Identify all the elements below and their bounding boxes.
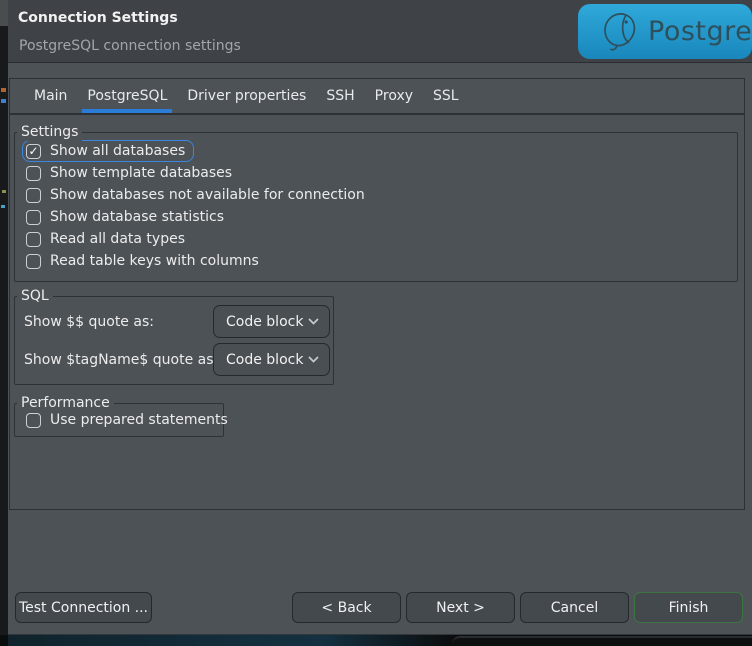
screen: Connection Settings PostgreSQL connectio…	[0, 0, 752, 646]
settings-group: Settings Show all databases Show templat…	[14, 132, 738, 282]
dialog-subtitle: PostgreSQL connection settings	[19, 38, 241, 54]
tab-label: Proxy	[375, 88, 413, 104]
sql-group: SQL Show $$ quote as: Code block	[14, 296, 334, 385]
checkbox-box	[26, 254, 41, 269]
tab-postgresql[interactable]: PostgreSQL	[77, 79, 177, 113]
dialog-title: Connection Settings	[18, 10, 178, 26]
background-speck	[2, 190, 6, 193]
tab-label: Driver properties	[187, 88, 306, 104]
background-scrollbar	[0, 0, 8, 26]
wizard-buttons: < Back Next > Cancel Finish	[292, 592, 743, 623]
settings-group-legend: Settings	[17, 123, 82, 141]
performance-group-legend: Performance	[17, 394, 114, 412]
background-window-sliver	[0, 0, 8, 646]
sql-quote-label: Show $$ quote as:	[24, 314, 213, 330]
banner-wordmark: PostgreSQL	[648, 16, 752, 47]
sql-row-list: Show $$ quote as: Code block Show $tagNa…	[24, 305, 333, 376]
tab-bar: Main PostgreSQL Driver properties SSH Pr…	[9, 78, 745, 114]
tab-main[interactable]: Main	[24, 79, 77, 113]
quote-style-dropdown[interactable]: Code block	[213, 305, 330, 338]
tab-label: PostgreSQL	[87, 88, 167, 104]
checkbox-show-databases-not-available-for-connection[interactable]: Show databases not available for connect…	[22, 184, 374, 206]
checkbox-label: Show all databases	[50, 143, 185, 159]
checkbox-read-all-data-types[interactable]: Read all data types	[22, 228, 194, 250]
dialog-header: Connection Settings PostgreSQL connectio…	[8, 0, 752, 63]
background-speck	[1, 99, 6, 103]
tab-ssl[interactable]: SSL	[423, 79, 469, 113]
performance-group: Performance Use prepared statements	[14, 403, 224, 437]
settings-checkbox-list: Show all databases Show template databas…	[22, 140, 731, 272]
tab-label: SSL	[433, 88, 459, 104]
tab-label: Main	[34, 88, 67, 104]
tab-proxy[interactable]: Proxy	[365, 79, 423, 113]
background-window-edge	[8, 635, 456, 646]
checkbox-label: Show databases not available for connect…	[50, 187, 365, 203]
checkbox-label: Show template databases	[50, 165, 232, 181]
performance-checkbox-list: Use prepared statements	[22, 409, 223, 431]
checkbox-label: Use prepared statements	[50, 412, 228, 428]
dialog-button-bar: Test Connection ... < Back Next > Cancel…	[8, 592, 752, 623]
checkbox-box	[26, 188, 41, 203]
dropdown-value: Code block	[226, 314, 303, 330]
test-connection-button[interactable]: Test Connection ...	[15, 592, 152, 623]
checkbox-show-all-databases[interactable]: Show all databases	[22, 140, 194, 162]
background-speck	[1, 88, 6, 92]
tab-ssh[interactable]: SSH	[316, 79, 364, 113]
chevron-down-icon	[308, 356, 319, 363]
checkbox-label: Read all data types	[50, 231, 185, 247]
checkbox-show-database-statistics[interactable]: Show database statistics	[22, 206, 233, 228]
checkbox-label: Read table keys with columns	[50, 253, 259, 269]
sql-quote-row: Show $$ quote as: Code block	[24, 305, 333, 338]
postgresql-banner: PostgreSQL	[578, 4, 752, 59]
checkbox-label: Show database statistics	[50, 209, 224, 225]
sql-group-legend: SQL	[17, 287, 53, 305]
checkbox-box	[26, 232, 41, 247]
checkbox-show-template-databases[interactable]: Show template databases	[22, 162, 241, 184]
background-window-corner	[452, 636, 752, 646]
checkbox-read-table-keys-with-columns[interactable]: Read table keys with columns	[22, 250, 268, 272]
checkbox-use-prepared-statements[interactable]: Use prepared statements	[22, 409, 237, 431]
back-button[interactable]: < Back	[292, 592, 401, 623]
checkbox-box	[26, 210, 41, 225]
tab-content-postgresql: Settings Show all databases Show templat…	[9, 114, 745, 510]
connection-settings-dialog: Connection Settings PostgreSQL connectio…	[8, 0, 752, 635]
checkbox-box	[26, 166, 41, 181]
sql-quote-label: Show $tagName$ quote as:	[24, 352, 213, 368]
cancel-button[interactable]: Cancel	[520, 592, 629, 623]
tab-label: SSH	[326, 88, 354, 104]
checkbox-box	[26, 144, 41, 159]
checkbox-box	[26, 413, 41, 428]
background-window-bottom	[0, 635, 752, 646]
next-button[interactable]: Next >	[406, 592, 515, 623]
dropdown-value: Code block	[226, 352, 303, 368]
tab-driver-properties[interactable]: Driver properties	[177, 79, 316, 113]
chevron-down-icon	[308, 318, 319, 325]
sql-quote-row: Show $tagName$ quote as: Code block	[24, 343, 333, 376]
postgresql-elephant-icon	[596, 10, 640, 54]
finish-button[interactable]: Finish	[634, 592, 743, 623]
background-speck	[1, 205, 5, 208]
quote-style-dropdown[interactable]: Code block	[213, 343, 330, 376]
